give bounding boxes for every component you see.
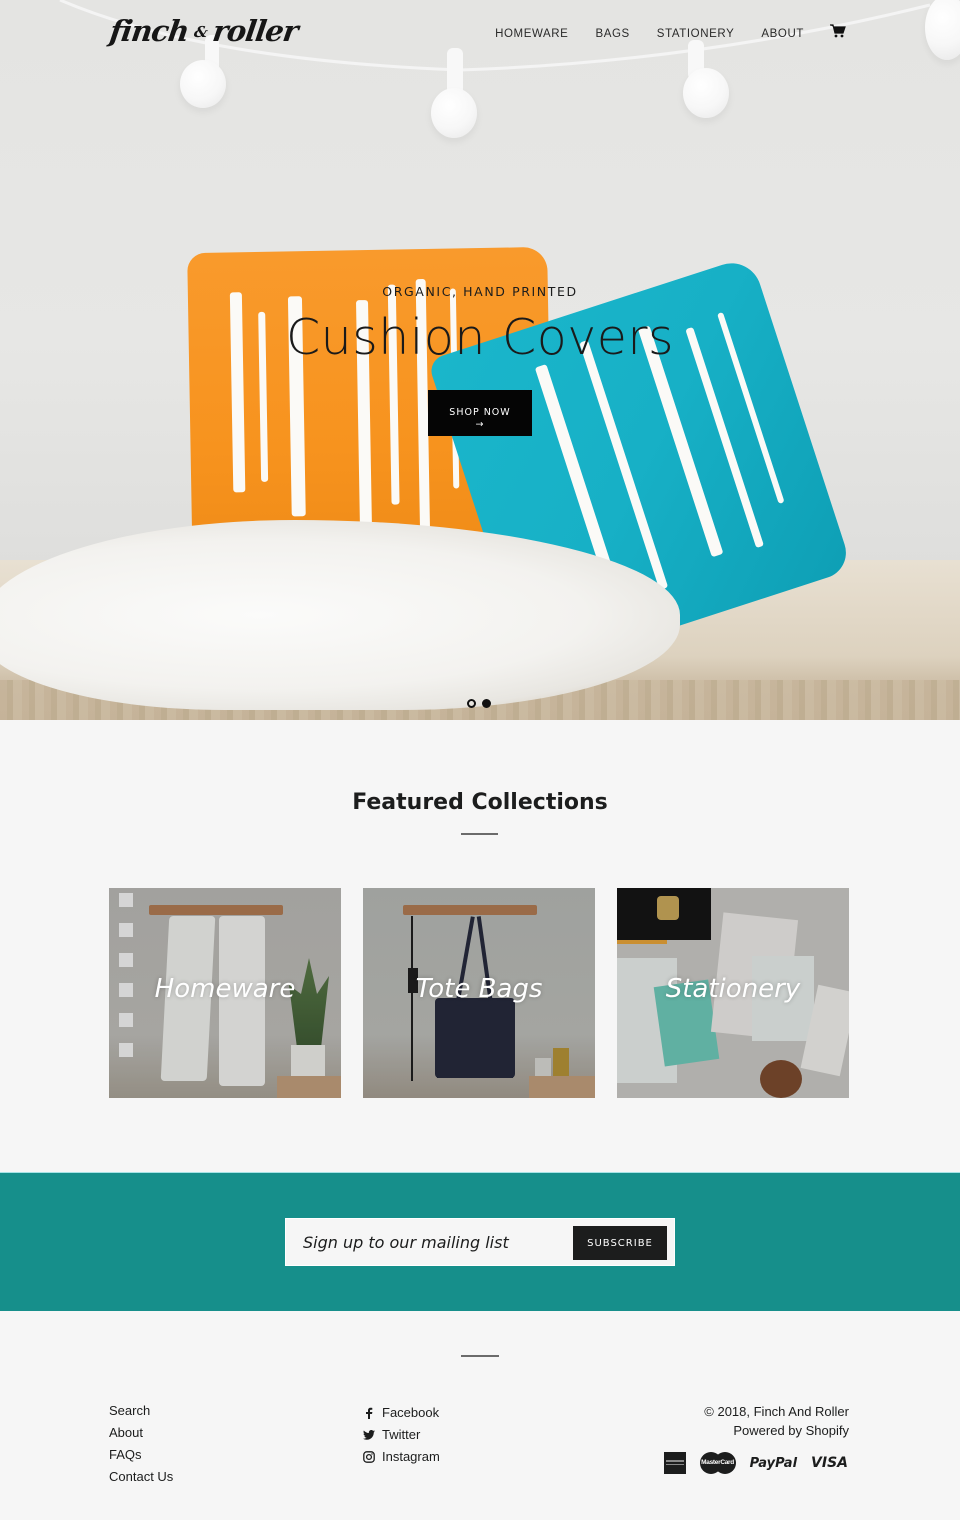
logo[interactable]: finch &roller	[108, 14, 300, 48]
light-bulb	[683, 68, 729, 118]
footer-link-about[interactable]: About	[109, 1424, 173, 1446]
site-header: finch &roller HOMEWARE BAGS STATIONERY AB…	[0, 0, 960, 70]
social-instagram[interactable]: Instagram	[363, 1446, 440, 1468]
mastercard-label: MasterCard	[701, 1459, 734, 1466]
twitter-icon	[363, 1429, 375, 1441]
collection-stationery[interactable]: Stationery	[617, 888, 849, 1098]
hero-title: Cushion Covers	[285, 309, 675, 366]
collection-label: Homeware	[154, 974, 296, 1004]
collection-homeware[interactable]: Homeware	[109, 888, 341, 1098]
slideshow-dots	[467, 699, 491, 708]
slide-dot-2[interactable]	[482, 699, 491, 708]
footer-links: Search About FAQs Contact Us	[109, 1402, 173, 1490]
footer-divider	[461, 1355, 499, 1357]
footer-legal: © 2018, Finch And Roller Powered by Shop…	[704, 1402, 849, 1440]
nav-bags[interactable]: BAGS	[595, 28, 629, 40]
collection-label: Tote Bags	[415, 974, 543, 1004]
newsletter-form: SUBSCRIBE	[285, 1218, 675, 1266]
instagram-label: Instagram	[382, 1449, 440, 1464]
instagram-icon	[363, 1451, 375, 1463]
featured-collections-title: Featured Collections	[352, 790, 608, 815]
slide-dot-1[interactable]	[467, 699, 476, 708]
title-divider	[461, 833, 498, 835]
subscribe-button[interactable]: SUBSCRIBE	[573, 1226, 667, 1260]
newsletter-section: SUBSCRIBE	[0, 1172, 960, 1311]
amex-icon	[663, 1452, 686, 1474]
nav-about[interactable]: ABOUT	[761, 28, 804, 40]
footer-link-contact[interactable]: Contact Us	[109, 1468, 173, 1490]
light-bulb	[431, 88, 477, 138]
main-nav: HOMEWARE BAGS STATIONERY ABOUT	[468, 24, 846, 41]
footer-link-faqs[interactable]: FAQs	[109, 1446, 173, 1468]
hero-subtitle: ORGANIC, HAND PRINTED	[382, 284, 578, 299]
copyright: © 2018, Finch And Roller	[704, 1404, 849, 1419]
visa-icon: VISA	[811, 1455, 848, 1471]
facebook-label: Facebook	[382, 1405, 440, 1420]
social-facebook[interactable]: Facebook	[363, 1402, 440, 1424]
nav-homeware[interactable]: HOMEWARE	[495, 28, 568, 40]
footer-social: Facebook Twitter Instagram	[363, 1402, 440, 1468]
payment-icons: MasterCard PayPal VISA	[663, 1452, 848, 1474]
facebook-icon	[363, 1407, 375, 1419]
collection-label: Stationery	[665, 974, 801, 1004]
arrow-right-icon: →	[475, 418, 485, 430]
logo-word-finch: finch	[107, 14, 191, 48]
shop-now-label: SHOP NOW	[449, 406, 511, 418]
powered-by-shopify-link[interactable]: Powered by Shopify	[733, 1423, 849, 1438]
newsletter-email-input[interactable]	[286, 1219, 566, 1265]
logo-word-roller: roller	[210, 14, 300, 48]
logo-ampersand: &	[192, 23, 208, 41]
twitter-label: Twitter	[382, 1427, 421, 1442]
shop-now-button[interactable]: SHOP NOW →	[428, 390, 532, 436]
footer-link-search[interactable]: Search	[109, 1402, 173, 1424]
paypal-icon: PayPal	[749, 1455, 798, 1471]
mastercard-icon: MasterCard	[699, 1452, 736, 1474]
social-twitter[interactable]: Twitter	[363, 1424, 440, 1446]
nav-stationery[interactable]: STATIONERY	[657, 28, 735, 40]
cart-icon[interactable]	[830, 24, 846, 38]
hero-caption: ORGANIC, HAND PRINTED Cushion Covers	[0, 284, 960, 366]
collection-tote-bags[interactable]: Tote Bags	[363, 888, 595, 1098]
